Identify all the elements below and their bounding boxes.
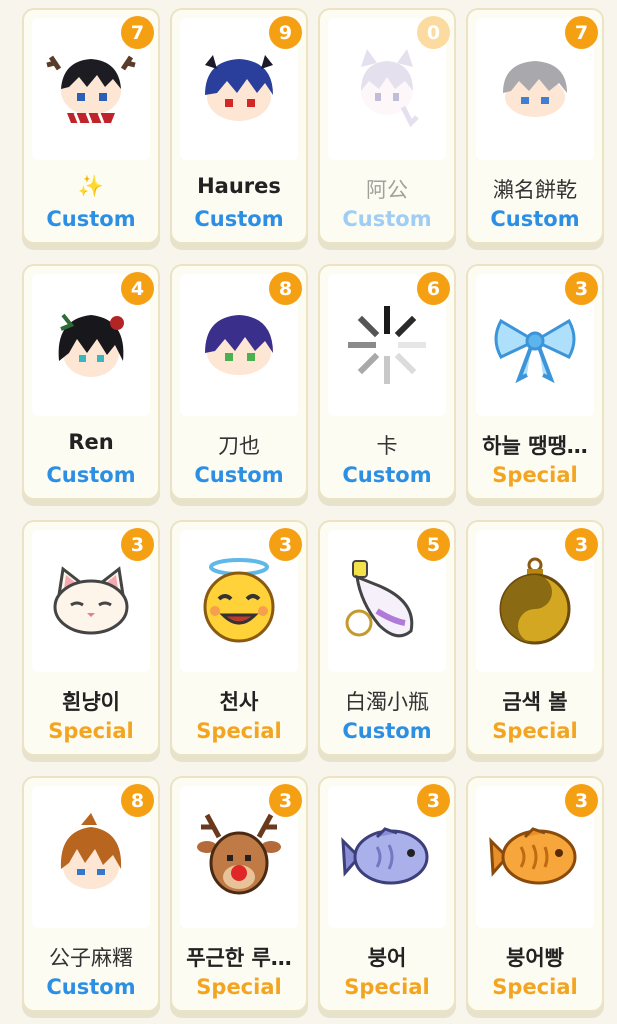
- sticker-card[interactable]: 3 붕어 Special: [318, 776, 456, 1012]
- count-badge: 3: [565, 784, 598, 817]
- sticker-card[interactable]: 4 Ren Custom: [22, 264, 160, 500]
- gold-ornament-icon: [499, 557, 571, 645]
- sticker-card[interactable]: 5 白濁小瓶 Custom: [318, 520, 456, 756]
- blue-bow-icon: [494, 318, 576, 384]
- silver-hair-boy-icon: [503, 61, 567, 117]
- sticker-card[interactable]: 8 公子麻糬 Custom: [22, 776, 160, 1012]
- sticker-card[interactable]: 0 阿公 Custom: [318, 8, 456, 244]
- sticker-type-label: Special: [344, 975, 430, 999]
- angel-smiley-icon: [203, 558, 275, 643]
- sticker-name: 公子麻糬: [49, 946, 133, 970]
- sticker-type-label: Custom: [46, 463, 136, 487]
- count-badge: 8: [269, 272, 302, 305]
- sticker-card[interactable]: 3 천사 Special: [170, 520, 308, 756]
- sticker-type-label: Special: [492, 719, 578, 743]
- sticker-name: 흰냥이: [62, 690, 120, 714]
- sticker-card[interactable]: 7 ✨ Custom: [22, 8, 160, 244]
- sticker-card[interactable]: 7 瀨名餅乾 Custom: [466, 8, 604, 244]
- count-badge: 3: [417, 784, 450, 817]
- sticker-type-label: Custom: [490, 207, 580, 231]
- sticker-card[interactable]: 8 刀也 Custom: [170, 264, 308, 500]
- count-badge: 9: [269, 16, 302, 49]
- sticker-name: 卡: [376, 434, 398, 458]
- sticker-type-label: Special: [492, 975, 578, 999]
- count-badge: 5: [417, 528, 450, 561]
- sticker-name: 阿公: [366, 178, 408, 202]
- reindeer-icon: [197, 813, 281, 895]
- sticker-type-label: Special: [196, 975, 282, 999]
- count-badge: 7: [565, 16, 598, 49]
- sticker-type-label: Custom: [342, 207, 432, 231]
- sticker-name: 천사: [219, 690, 259, 714]
- count-badge: 8: [121, 784, 154, 817]
- sticker-name: 붕어: [367, 946, 407, 970]
- sticker-type-label: Special: [48, 719, 134, 743]
- sticker-type-label: Custom: [46, 975, 136, 999]
- count-badge: 3: [269, 528, 302, 561]
- sticker-card[interactable]: 3 하늘 땡땡… Special: [466, 264, 604, 500]
- count-badge: 4: [121, 272, 154, 305]
- count-badge: 7: [121, 16, 154, 49]
- sticker-card[interactable]: 3 붕어빵 Special: [466, 776, 604, 1012]
- sticker-card[interactable]: 3 금색 볼 Special: [466, 520, 604, 756]
- sticker-type-label: Custom: [342, 719, 432, 743]
- count-badge: 6: [417, 272, 450, 305]
- sticker-type-label: Custom: [342, 463, 432, 487]
- black-hair-boy-icon: [58, 313, 124, 377]
- sticker-name: 붕어빵: [506, 946, 564, 970]
- sticker-name: 白濁小瓶: [345, 690, 429, 714]
- count-badge: 3: [565, 272, 598, 305]
- sticker-type-label: Custom: [194, 463, 284, 487]
- sticker-name: 금색 볼: [502, 690, 568, 714]
- deer-antler-boy-icon: [46, 55, 136, 124]
- sticker-card[interactable]: 3 흰냥이 Special: [22, 520, 160, 756]
- sticker-name: 하늘 땡땡…: [482, 434, 588, 458]
- sticker-grid: 7 ✨ Custom 9 Haures Custom 0 阿公 Custom 7…: [0, 0, 617, 1024]
- sticker-card[interactable]: 9 Haures Custom: [170, 8, 308, 244]
- sticker-type-label: Custom: [46, 207, 136, 231]
- sticker-name: 푸근한 루…: [186, 946, 292, 970]
- sticker-name: 刀也: [218, 434, 260, 458]
- purple-hair-boy-icon: [205, 315, 273, 375]
- sticker-name: Ren: [68, 430, 114, 454]
- sticker-type-label: Special: [492, 463, 578, 487]
- sticker-type-label: Special: [196, 719, 282, 743]
- sticker-card[interactable]: 6 卡 Custom: [318, 264, 456, 500]
- sticker-card[interactable]: 3 푸근한 루… Special: [170, 776, 308, 1012]
- blue-hair-boy-icon: [205, 55, 273, 121]
- blue-fish-icon: [341, 827, 429, 885]
- sticker-name: ✨: [77, 174, 105, 198]
- fish-bread-icon: [489, 827, 577, 885]
- orange-hair-boy-icon: [60, 813, 122, 889]
- white-cat-icon: [53, 566, 129, 635]
- count-badge: 3: [565, 528, 598, 561]
- cat-ear-girl-icon: [361, 49, 419, 128]
- count-badge: 3: [269, 784, 302, 817]
- sticker-name: 瀨名餅乾: [493, 178, 577, 202]
- potion-bottle-icon: [345, 560, 414, 638]
- loading-spinner-icon: [348, 306, 426, 384]
- count-badge: 0: [417, 16, 450, 49]
- count-badge: 3: [121, 528, 154, 561]
- sticker-type-label: Custom: [194, 207, 284, 231]
- sticker-name: Haures: [197, 174, 281, 198]
